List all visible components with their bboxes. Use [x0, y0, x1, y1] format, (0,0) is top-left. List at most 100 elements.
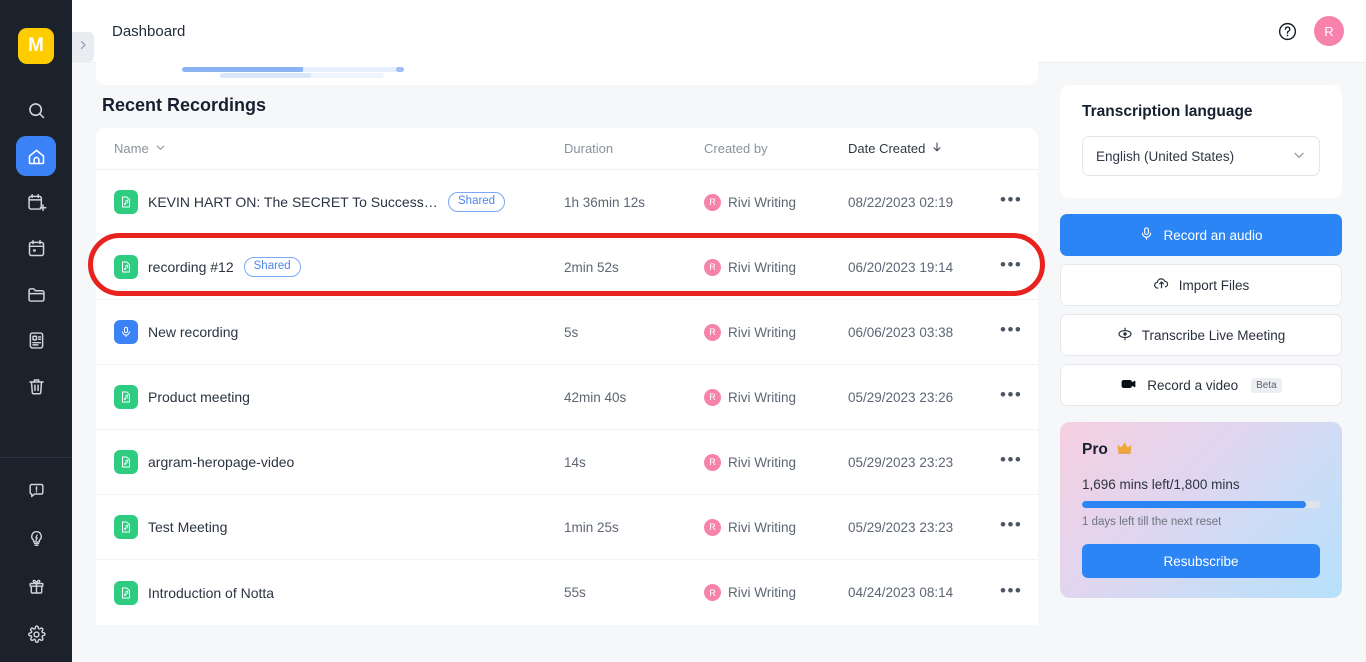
- sidebar-item-tips[interactable]: [16, 518, 56, 558]
- column-header-duration-label: Duration: [564, 141, 614, 156]
- language-select[interactable]: English (United States): [1082, 136, 1320, 176]
- cell-actions: •••: [1000, 451, 1032, 473]
- cell-created-by: R Rivi Writing: [704, 193, 848, 211]
- cell-actions: •••: [1000, 516, 1032, 538]
- column-header-created-by[interactable]: Created by: [704, 141, 848, 156]
- microphone-file-icon: [114, 320, 138, 344]
- resubscribe-label: Resubscribe: [1163, 553, 1239, 569]
- cell-name: New recording: [114, 320, 564, 344]
- sidebar-item-calendar[interactable]: [16, 228, 56, 268]
- chevron-down-icon: [155, 141, 166, 156]
- row-menu-button[interactable]: •••: [1000, 451, 1022, 473]
- column-header-date-created-label: Date Created: [848, 141, 926, 156]
- row-menu-button[interactable]: •••: [1000, 516, 1022, 538]
- avatar: R: [704, 518, 721, 536]
- row-menu-button[interactable]: •••: [1000, 256, 1022, 278]
- help-circle-icon[interactable]: [1277, 21, 1298, 42]
- cell-created-by: R Rivi Writing: [704, 323, 848, 341]
- pro-plan-title: Pro: [1082, 441, 1108, 458]
- app-logo[interactable]: M: [18, 28, 54, 64]
- calendar-icon: [26, 238, 47, 259]
- sidebar-item-settings[interactable]: [16, 614, 56, 654]
- video-camera-icon: [1120, 375, 1138, 396]
- created-by-name: Rivi Writing: [728, 585, 797, 600]
- table-header-row: Name Duration Created by Date Created: [96, 128, 1038, 170]
- column-header-date-created[interactable]: Date Created: [848, 141, 1000, 156]
- table-row[interactable]: New recording 5s R Rivi Writing 06/06/2023 0…: [96, 300, 1038, 365]
- home-icon: [26, 146, 47, 167]
- sidebar-item-trash[interactable]: [16, 366, 56, 406]
- resubscribe-button[interactable]: Resubscribe: [1082, 544, 1320, 578]
- row-menu-button[interactable]: •••: [1000, 321, 1022, 343]
- cell-duration: 14s: [564, 454, 586, 470]
- cell-created-by: R Rivi Writing: [704, 518, 848, 536]
- table-row[interactable]: Product meeting 42min 40s R Rivi Writing 05/…: [96, 365, 1038, 430]
- shared-badge: Shared: [243, 257, 301, 277]
- pro-minutes-left: 1,696 mins left/1,800 mins: [1082, 477, 1240, 492]
- stub-bar-3: [220, 73, 312, 78]
- pro-plan-header: Pro: [1082, 440, 1320, 460]
- table-row[interactable]: Test Meeting 1min 25s R Rivi Writing 05/29/2…: [96, 495, 1038, 560]
- cell-duration: 2min 52s: [564, 259, 619, 275]
- column-header-duration[interactable]: Duration: [564, 141, 704, 156]
- column-header-name-label: Name: [114, 141, 149, 156]
- row-menu-button[interactable]: •••: [1000, 582, 1022, 604]
- sidebar-item-new-meeting[interactable]: [16, 182, 56, 222]
- table-row[interactable]: KEVIN HART ON: The SECRET To Success &..…: [96, 170, 1038, 235]
- pro-plan-card: Pro 1,696 mins left/1,800 mins 1 days le…: [1060, 422, 1342, 598]
- row-menu-button[interactable]: •••: [1000, 386, 1022, 408]
- trash-icon: [26, 376, 47, 397]
- cell-name: argram-heropage-video: [114, 450, 564, 474]
- transcribe-live-meeting-button[interactable]: Transcribe Live Meeting: [1060, 314, 1342, 356]
- avatar[interactable]: R: [1314, 16, 1344, 46]
- table-row[interactable]: argram-heropage-video 14s R Rivi Writing 05/…: [96, 430, 1038, 495]
- record-audio-button[interactable]: Record an audio: [1060, 214, 1342, 256]
- created-by-name: Rivi Writing: [728, 259, 797, 275]
- sidebar-item-notes[interactable]: [16, 320, 56, 360]
- recording-name: recording #12: [148, 259, 234, 275]
- record-video-button[interactable]: Record a video Beta: [1060, 364, 1342, 406]
- cell-created-by: R Rivi Writing: [704, 258, 848, 276]
- sidebar-item-search[interactable]: [16, 90, 56, 130]
- created-by-name: Rivi Writing: [728, 389, 797, 405]
- import-files-button[interactable]: Import Files: [1060, 264, 1342, 306]
- cell-actions: •••: [1000, 321, 1032, 343]
- column-header-name[interactable]: Name: [114, 141, 564, 156]
- table-body: KEVIN HART ON: The SECRET To Success &..…: [96, 170, 1038, 625]
- transcription-language-card: Transcription language English (United S…: [1060, 85, 1342, 198]
- sidebar-item-home[interactable]: [16, 136, 56, 176]
- stub-bar-4: [311, 73, 384, 78]
- folder-icon: [26, 284, 47, 305]
- row-menu-button[interactable]: •••: [1000, 191, 1022, 213]
- recording-name: Product meeting: [148, 389, 250, 405]
- content-area: Recent Recordings Name Duration Created …: [72, 53, 1366, 662]
- pro-reset-note: 1 days left till the next reset: [1082, 516, 1222, 528]
- cell-actions: •••: [1000, 191, 1032, 213]
- pro-usage-progressbar: [1082, 501, 1320, 508]
- sidebar-item-rewards[interactable]: [16, 566, 56, 606]
- cell-duration: 55s: [564, 585, 586, 600]
- calendar-add-icon: [26, 192, 47, 213]
- cell-date-created: 05/29/2023 23:23: [848, 519, 954, 535]
- audio-file-icon: [114, 255, 138, 279]
- sidebar-item-folders[interactable]: [16, 274, 56, 314]
- quick-actions: Record an audio Import Files Transcribe …: [1060, 214, 1342, 406]
- left-nav-rail: M: [0, 0, 72, 662]
- cell-actions: •••: [1000, 386, 1032, 408]
- gift-icon: [27, 577, 46, 596]
- avatar: R: [704, 258, 721, 276]
- table-row[interactable]: Introduction of Notta 55s R Rivi Writing 04/…: [96, 560, 1038, 625]
- lightbulb-icon: [27, 529, 46, 548]
- cell-name: KEVIN HART ON: The SECRET To Success &..…: [114, 190, 564, 214]
- recording-name: New recording: [148, 324, 239, 340]
- created-by-name: Rivi Writing: [728, 454, 797, 470]
- sidebar-collapse-toggle[interactable]: [72, 32, 94, 62]
- nav-items: [16, 90, 56, 406]
- audio-file-icon: [114, 450, 138, 474]
- top-bar-actions: R: [1277, 16, 1344, 46]
- transcription-language-title: Transcription language: [1082, 103, 1253, 120]
- sidebar-item-feedback[interactable]: [16, 470, 56, 510]
- table-row[interactable]: recording #12 Shared 2min 52s R Rivi Writing…: [96, 235, 1038, 300]
- record-audio-label: Record an audio: [1163, 227, 1263, 243]
- pro-usage-progress-fill: [1082, 501, 1306, 508]
